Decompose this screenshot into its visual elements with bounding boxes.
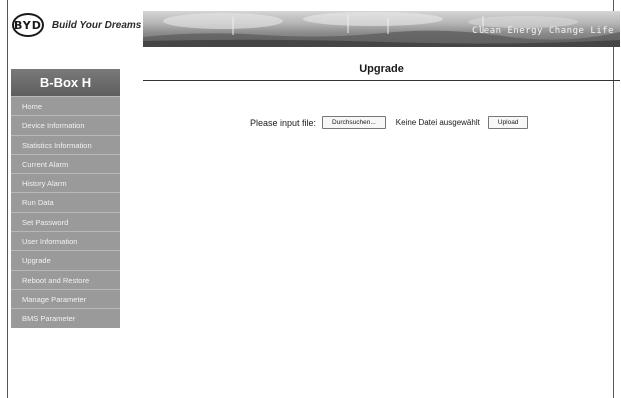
sidebar-item-user-information[interactable]: User Information [11, 231, 120, 251]
tagline: Build Your Dreams [51, 19, 142, 31]
sidebar-item-home[interactable]: Home [11, 96, 120, 116]
upload-button[interactable]: Upload [487, 116, 529, 129]
sidebar-item-run-data[interactable]: Run Data [11, 192, 120, 212]
sidebar-item-history-alarm[interactable]: History Alarm [11, 173, 120, 193]
no-file-selected-text: Keine Datei ausgewählt [395, 118, 480, 127]
sidebar-item-manage-parameter[interactable]: Manage Parameter [11, 288, 120, 309]
banner-slogan: Clean Energy Change Life [471, 26, 614, 36]
upload-form: Please input file: Durchsuchen... Keine … [250, 116, 529, 129]
logo[interactable]: BYD Build Your Dreams [12, 12, 142, 38]
sidebar-title: B-Box H [11, 69, 120, 96]
page-title: Upgrade [359, 63, 404, 75]
sidebar-item-bms-parameter[interactable]: BMS Parameter [11, 308, 120, 328]
logo-text: BYD [14, 18, 42, 32]
title-divider [143, 80, 620, 81]
sidebar-item-statistics-information[interactable]: Statistics Information [11, 134, 120, 154]
sidebar: B-Box H Home Device Information Statisti… [11, 69, 120, 328]
sidebar-item-upgrade[interactable]: Upgrade [11, 250, 120, 270]
sidebar-item-device-information[interactable]: Device Information [11, 115, 120, 135]
browse-button[interactable]: Durchsuchen... [322, 116, 386, 129]
header-banner: Clean Energy Change Life [143, 11, 620, 47]
byd-logo-icon: BYD [12, 13, 44, 37]
sidebar-item-current-alarm[interactable]: Current Alarm [11, 153, 120, 174]
sidebar-nav: Home Device Information Statistics Infor… [11, 96, 120, 328]
sidebar-item-set-password[interactable]: Set Password [11, 211, 120, 232]
sidebar-item-reboot-and-restore[interactable]: Reboot and Restore [11, 269, 120, 289]
file-label: Please input file: [250, 117, 317, 128]
